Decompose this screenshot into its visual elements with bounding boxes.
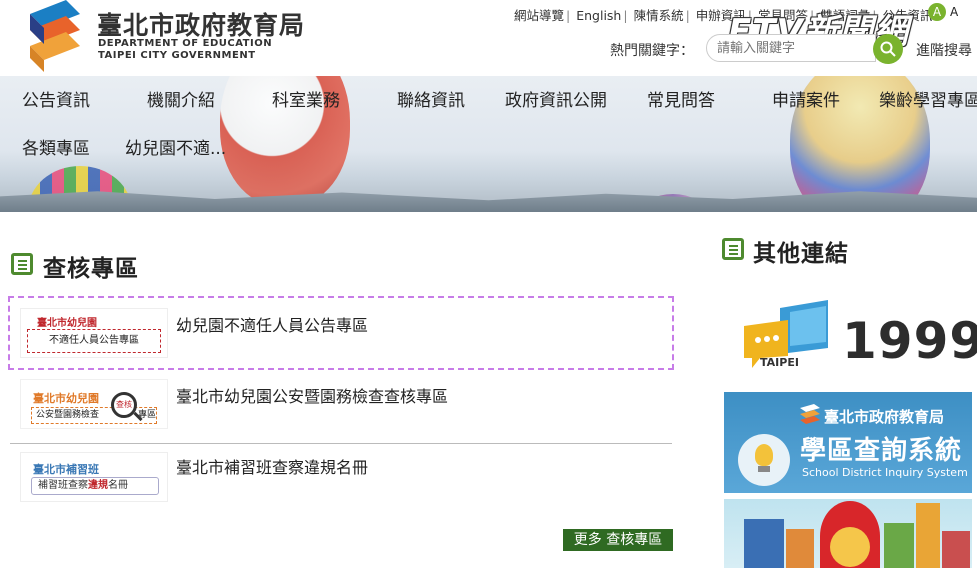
main-nav: 公告資訊 機關介紹 科室業務 聯絡資訊 政府資訊公開 常見問答 申請案件 樂齡學… [0,76,977,176]
site-subtitle-en: DEPARTMENT OF EDUCATION [98,38,273,49]
nav-item-departments[interactable]: 科室業務 [272,86,340,111]
inspection-item[interactable]: 臺北市幼兒園 公安暨園務檢查 專區 查核 臺北市幼兒園公安暨園務檢查查核專區 [10,369,672,439]
site-title[interactable]: 臺北市政府教育局 [97,6,305,42]
house-illustration [916,503,940,568]
thumb-text-title: 臺北市補習班 [33,463,99,476]
item-title-link[interactable]: 臺北市補習班查察違規名冊 [176,454,368,478]
section-title-inspection: 查核專區 [43,256,139,282]
house-illustration [786,529,814,568]
nav-item-contact[interactable]: 聯絡資訊 [397,86,465,111]
school-ad-subtitle-en: School District Inquiry System [802,466,968,479]
font-size-button-large[interactable]: A [950,5,958,19]
inspection-item[interactable]: 臺北市補習班 補習班查察違規名冊 臺北市補習班查察違規名冊 [10,440,672,510]
list-icon [722,238,744,260]
kindergarten-illustration-banner[interactable] [724,499,972,568]
thumb-text-title: 臺北市幼兒園 [37,318,97,329]
top-link-sitemap[interactable]: 網站導覽 [514,8,564,23]
search-icon [880,41,896,57]
school-ad-title: 學區查詢系統 [800,436,963,466]
nav-item-faq[interactable]: 常見問答 [647,86,715,111]
nav-item-senior-learning[interactable]: 樂齡學習專區 [879,86,977,111]
inspection-item[interactable]: 臺北市幼兒園 不適任人員公告專區 幼兒園不適任人員公告專區 [8,296,674,370]
girl-illustration [820,501,880,568]
education-bureau-logo-icon[interactable] [26,0,84,72]
item-thumbnail: 臺北市幼兒園 公安暨園務檢查 專區 查核 [20,379,168,429]
nav-item-about[interactable]: 機關介紹 [147,86,215,111]
list-icon [11,253,33,275]
item-thumbnail: 臺北市幼兒園 不適任人員公告專區 [20,308,168,358]
nav-item-kindergarten[interactable]: 幼兒園不適... [125,134,226,159]
nav-item-special-sections[interactable]: 各類專區 [22,134,90,159]
hot-keywords-label: 熱門關鍵字： [610,43,694,59]
site-subtitle-en-2: TAIPEI CITY GOVERNMENT [98,50,256,61]
nav-item-gov-info[interactable]: 政府資訊公開 [505,86,607,111]
item-thumbnail: 臺北市補習班 補習班查察違規名冊 [20,452,168,502]
font-size-button-medium[interactable]: A [928,3,946,21]
school-ad-org: 臺北市政府教育局 [824,408,945,426]
search-button[interactable] [873,34,903,64]
font-size-controls: AA [928,3,962,21]
house-illustration [744,519,784,568]
nav-item-applications[interactable]: 申請案件 [772,86,840,111]
house-illustration [884,523,914,568]
top-link-petition[interactable]: 陳情系統 [634,8,684,23]
advanced-search-link[interactable]: 進階搜尋 [916,40,972,60]
top-link-english[interactable]: English [576,8,621,23]
item-title-link[interactable]: 臺北市幼兒園公安暨園務檢查查核專區 [176,383,448,407]
thumb-text-sub: 補習班查察違規名冊 [31,477,159,495]
search-input[interactable] [706,34,876,62]
site-header: 臺北市政府教育局 DEPARTMENT OF EDUCATION TAIPEI … [0,0,977,76]
item-title-link[interactable]: 幼兒園不適任人員公告專區 [176,312,368,336]
thumb-text-title: 臺北市幼兒園 [33,392,99,405]
house-illustration [942,531,970,568]
hotline-number: 1999 [842,312,977,370]
school-district-banner[interactable]: 臺北市政府教育局 學區查詢系統 School District Inquiry … [724,392,972,493]
education-bureau-logo-icon [800,404,820,424]
section-title-other-links: 其他連結 [753,241,849,267]
more-inspection-button[interactable]: 更多 查核專區 [563,529,673,551]
nav-item-announcements[interactable]: 公告資訊 [22,86,90,111]
thumb-text-sub: 不適任人員公告專區 [27,329,161,353]
lightbulb-icon [738,434,790,486]
taipei-label: TAIPEI [760,356,799,369]
taipei-1999-banner[interactable]: TAIPEI 1999 [740,298,977,378]
